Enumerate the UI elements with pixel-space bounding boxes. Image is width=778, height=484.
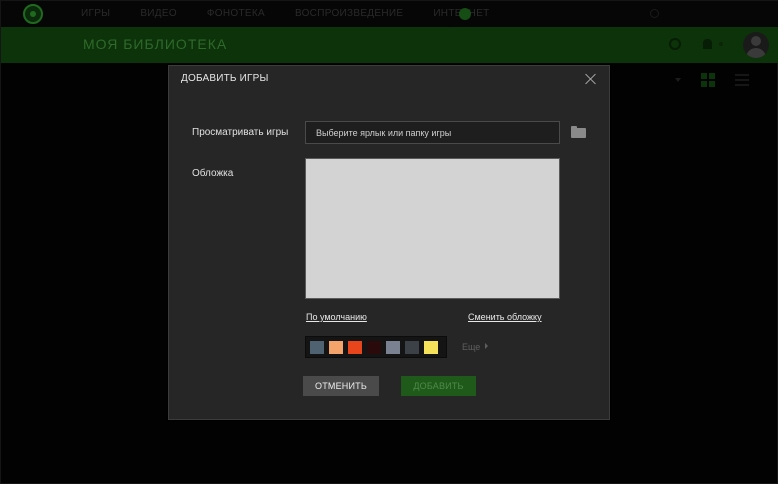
search-icon[interactable] xyxy=(669,38,681,50)
top-status-icon xyxy=(650,9,659,18)
nav-badge-icon xyxy=(459,8,471,20)
chevron-right-icon xyxy=(485,343,489,349)
close-icon[interactable] xyxy=(583,71,599,87)
library-header: МОЯ БИБЛИОТЕКА xyxy=(1,27,778,63)
game-path-input[interactable] xyxy=(305,121,560,144)
add-button[interactable]: ДОБАВИТЬ xyxy=(401,376,476,396)
grid-view-icon[interactable] xyxy=(701,73,715,87)
list-view-icon[interactable] xyxy=(735,74,749,86)
cover-preview xyxy=(305,158,560,299)
color-swatch[interactable] xyxy=(310,340,324,354)
add-games-dialog: ДОБАВИТЬ ИГРЫ Просматривать игры Обложка… xyxy=(168,65,610,420)
color-swatch[interactable] xyxy=(329,340,343,354)
top-nav-bar: ИГРЫ ВИДЕО ФОНОТЕКА ВОСПРОИЗВЕДЕНИЕ ИНТЕ… xyxy=(1,1,778,27)
nav-item-music[interactable]: ФОНОТЕКА xyxy=(207,8,265,19)
avatar[interactable] xyxy=(743,32,769,58)
dialog-title: ДОБАВИТЬ ИГРЫ xyxy=(181,73,269,84)
color-swatch[interactable] xyxy=(348,340,362,354)
top-nav: ИГРЫ ВИДЕО ФОНОТЕКА ВОСПРОИЗВЕДЕНИЕ ИНТЕ… xyxy=(81,8,490,19)
cancel-button[interactable]: ОТМЕНИТЬ xyxy=(303,376,379,396)
color-swatch[interactable] xyxy=(386,340,400,354)
library-title: МОЯ БИБЛИОТЕКА xyxy=(83,36,228,52)
more-colors-label: Еще xyxy=(462,342,481,352)
more-colors-button[interactable]: Еще xyxy=(462,342,489,352)
browse-games-label: Просматривать игры xyxy=(192,127,289,138)
notification-dot-icon xyxy=(719,42,723,46)
folder-icon[interactable] xyxy=(571,126,586,138)
color-swatches xyxy=(305,336,447,358)
nav-item-games[interactable]: ИГРЫ xyxy=(81,8,110,19)
app-logo-icon[interactable] xyxy=(23,4,43,24)
default-cover-link[interactable]: По умолчанию xyxy=(306,312,367,322)
color-swatch[interactable] xyxy=(424,340,438,354)
chevron-down-icon[interactable] xyxy=(675,78,681,82)
color-swatch[interactable] xyxy=(367,340,381,354)
nav-item-video[interactable]: ВИДЕО xyxy=(140,8,177,19)
bell-icon[interactable] xyxy=(703,39,712,49)
cover-label: Обложка xyxy=(192,168,234,179)
nav-item-playback[interactable]: ВОСПРОИЗВЕДЕНИЕ xyxy=(295,8,403,19)
color-swatch[interactable] xyxy=(405,340,419,354)
change-cover-link[interactable]: Сменить обложку xyxy=(468,312,542,322)
